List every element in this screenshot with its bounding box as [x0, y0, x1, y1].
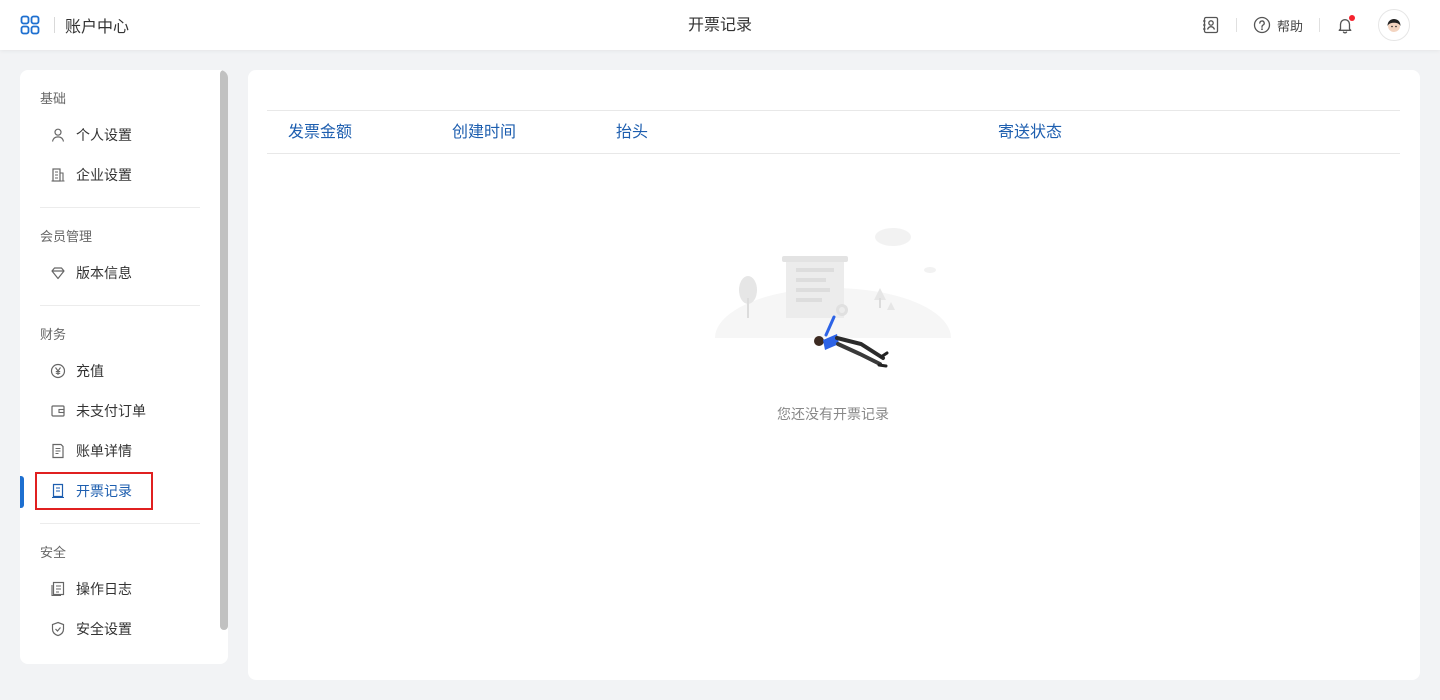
- sidebar-item-version-info[interactable]: 版本信息: [40, 253, 208, 293]
- sidebar-item-label: 账单详情: [76, 444, 132, 460]
- sidebar-divider: [40, 305, 200, 306]
- column-header-amount[interactable]: 发票金额: [288, 111, 352, 153]
- apps-grid-icon[interactable]: [20, 15, 40, 35]
- sidebar-item-operation-log[interactable]: 操作日志: [40, 569, 208, 609]
- sidebar-divider: [40, 523, 200, 524]
- avatar[interactable]: [1378, 9, 1410, 41]
- wallet-icon: [50, 403, 66, 419]
- sidebar-item-recharge[interactable]: 充值: [40, 351, 208, 391]
- sidebar-group-basic: 基础 个人设置 企业设置: [20, 90, 228, 195]
- sidebar-item-label: 操作日志: [76, 582, 132, 598]
- brand: 账户中心: [20, 0, 129, 50]
- sidebar-item-label: 版本信息: [76, 266, 132, 282]
- sidebar-item-label: 个人设置: [76, 128, 132, 144]
- sidebar-scrollbar[interactable]: [220, 70, 228, 630]
- sidebar-group-title: 会员管理: [40, 230, 93, 245]
- notification-dot: [1349, 15, 1355, 21]
- user-icon: [50, 127, 66, 143]
- sidebar-group-title: 财务: [40, 328, 67, 343]
- table-header: 发票金额 创建时间 抬头 寄送状态: [267, 110, 1400, 154]
- contacts-button[interactable]: [1202, 16, 1220, 34]
- sidebar-item-label: 企业设置: [76, 168, 132, 184]
- contacts-icon: [1202, 16, 1219, 34]
- active-indicator: [20, 476, 24, 508]
- diamond-icon: [50, 265, 66, 281]
- sidebar-item-personal-settings[interactable]: 个人设置: [40, 115, 208, 155]
- notifications-button[interactable]: [1336, 15, 1355, 34]
- sidebar-group-title: 安全: [40, 546, 67, 561]
- sidebar-group-title: 基础: [40, 92, 67, 107]
- empty-illustration: [708, 228, 958, 390]
- sidebar-item-label: 充值: [76, 364, 104, 380]
- help-circle-icon: [1253, 16, 1271, 34]
- main-panel: 发票金额 创建时间 抬头 寄送状态 您还没有开票记录: [248, 70, 1420, 680]
- empty-state: 您还没有开票记录: [708, 220, 958, 424]
- tool-divider: [1235, 18, 1237, 32]
- sidebar-item-company-settings[interactable]: 企业设置: [40, 155, 208, 195]
- shield-icon: [50, 621, 66, 637]
- sidebar-item-label: 未支付订单: [76, 404, 146, 420]
- sidebar-group-membership: 会员管理 版本信息: [20, 228, 228, 293]
- column-header-shipping-status[interactable]: 寄送状态: [998, 111, 1062, 153]
- highlight-box: [35, 472, 153, 510]
- sidebar-item-unpaid-orders[interactable]: 未支付订单: [40, 391, 208, 431]
- app-title: 账户中心: [65, 17, 130, 36]
- help-button[interactable]: 帮助: [1253, 16, 1303, 35]
- sidebar-item-label: 安全设置: [76, 622, 132, 638]
- sidebar-group-security: 安全 操作日志 安全设置: [20, 544, 228, 649]
- header-tools: 帮助: [1202, 0, 1410, 50]
- bill-icon: [50, 443, 66, 459]
- sidebar: 基础 个人设置 企业设置 会员管理 版本信息 财务 充值 未支付订单 账单详情 …: [20, 70, 228, 664]
- log-icon: [50, 581, 66, 597]
- top-bar: 账户中心 开票记录 帮助: [0, 0, 1440, 50]
- sidebar-item-bill-details[interactable]: 账单详情: [40, 431, 208, 471]
- tool-divider: [1319, 18, 1320, 32]
- brand-divider: [54, 17, 55, 33]
- sidebar-item-security-settings[interactable]: 安全设置: [40, 609, 208, 649]
- sidebar-divider: [40, 207, 200, 208]
- column-header-title[interactable]: 抬头: [616, 111, 648, 153]
- yuan-icon: [50, 363, 66, 379]
- empty-state-text: 您还没有开票记录: [777, 407, 889, 423]
- building-icon: [50, 167, 66, 183]
- help-label: 帮助: [1276, 19, 1303, 35]
- column-header-created-time[interactable]: 创建时间: [452, 111, 516, 153]
- avatar-icon: [1387, 19, 1401, 32]
